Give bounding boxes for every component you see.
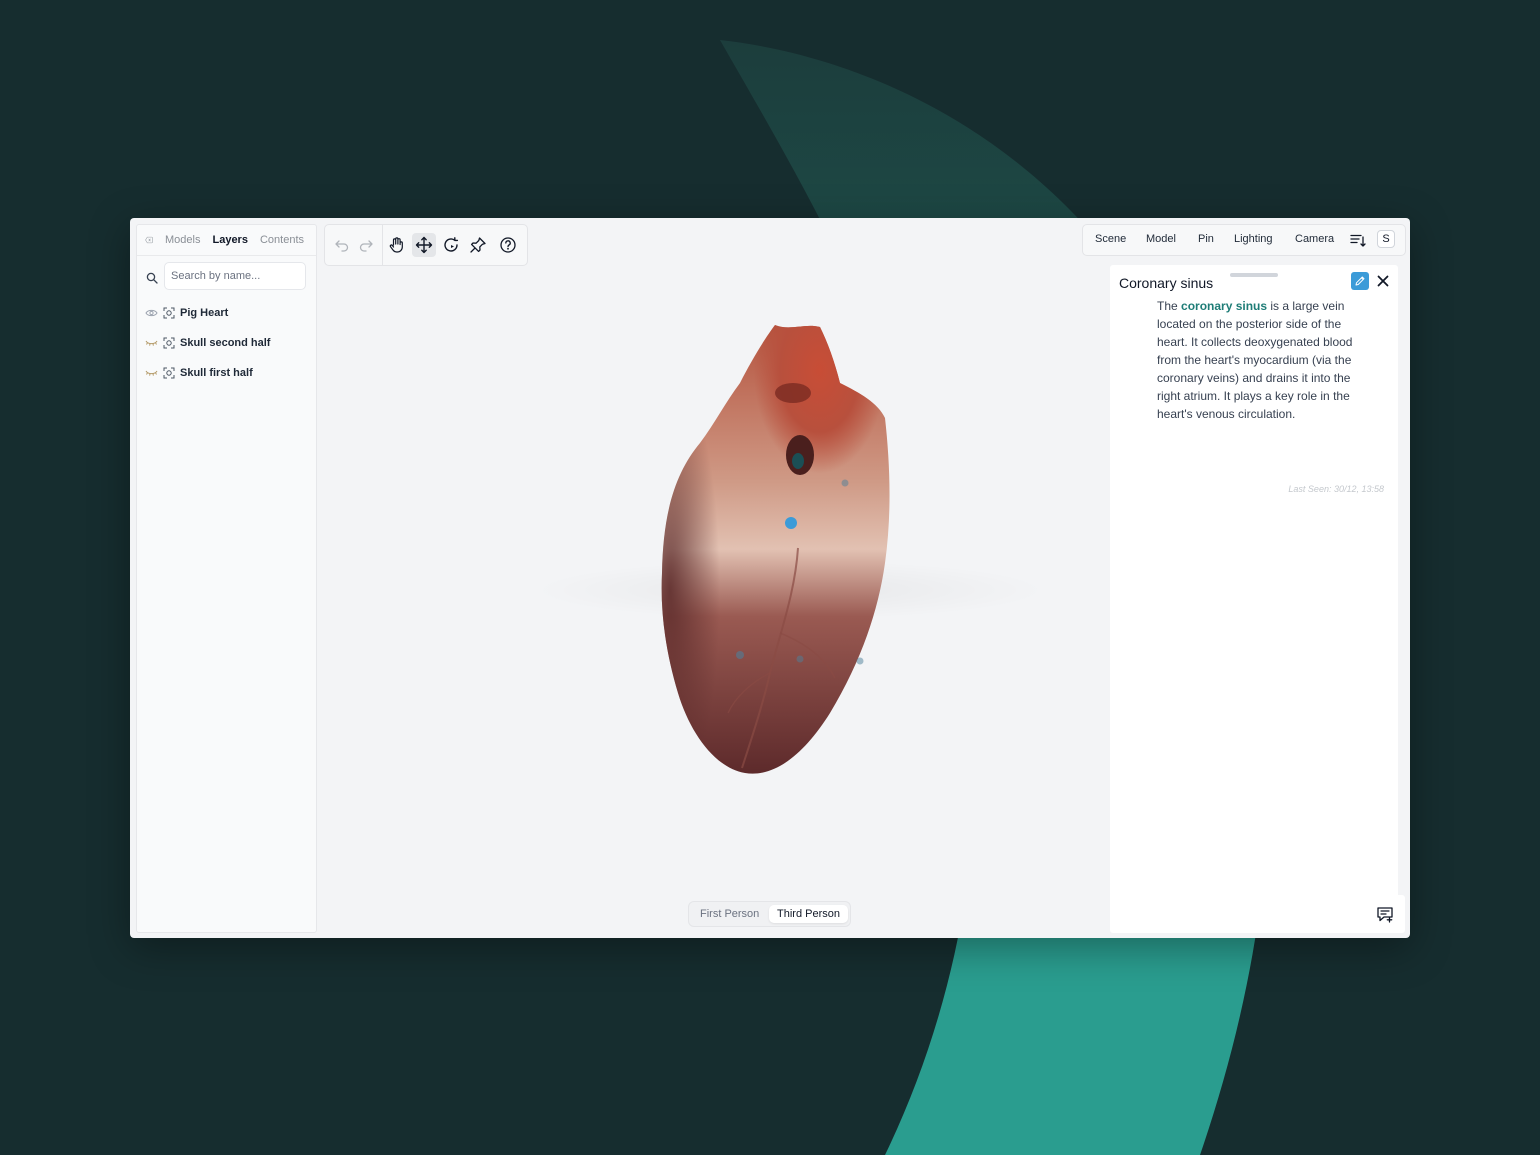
search-row	[137, 262, 316, 298]
layer-label: Pig Heart	[180, 307, 229, 319]
pencil-icon	[1355, 276, 1365, 286]
camera-view-toggle: First Person Third Person	[688, 901, 851, 927]
annotation-info-panel: Coronary sinus The coronary sinus is a l…	[1110, 265, 1398, 933]
search-icon	[146, 272, 158, 284]
move-icon	[415, 236, 433, 254]
collapse-panel-icon[interactable]	[145, 234, 153, 246]
annotation-pin[interactable]	[736, 651, 744, 659]
eye-icon[interactable]	[145, 308, 158, 318]
layers-panel: Models Layers Contents Pig Heart	[136, 224, 317, 933]
sort-list-icon[interactable]	[1350, 232, 1366, 248]
toolbar-divider	[382, 225, 383, 265]
menu-pin[interactable]: Pin	[1198, 233, 1214, 245]
menu-lighting[interactable]: Lighting	[1234, 233, 1273, 245]
redo-icon	[359, 240, 373, 252]
third-person-option[interactable]: Third Person	[769, 905, 848, 923]
rotate-tool-button[interactable]	[439, 233, 463, 257]
pan-tool-button[interactable]	[385, 233, 409, 257]
user-avatar[interactable]: S	[1377, 230, 1395, 248]
app-window: Models Layers Contents Pig Heart	[130, 218, 1410, 938]
pin-tool-button[interactable]	[466, 233, 490, 257]
layer-item-pig-heart[interactable]: Pig Heart	[137, 298, 316, 328]
highlighted-term: coronary sinus	[1181, 299, 1268, 313]
layer-item-skull-first-half[interactable]: Skull first half	[137, 358, 316, 388]
close-icon[interactable]	[1375, 273, 1391, 289]
redo-button[interactable]	[354, 233, 378, 257]
layer-label: Skull first half	[180, 367, 253, 379]
description-text: is a large vein located on the posterior…	[1157, 299, 1353, 421]
annotation-description: The coronary sinus is a large vein locat…	[1157, 297, 1357, 423]
focus-icon[interactable]	[163, 337, 175, 349]
focus-icon[interactable]	[163, 307, 175, 319]
add-comment-icon	[1377, 907, 1393, 923]
hand-icon	[389, 237, 403, 253]
undo-button[interactable]	[330, 233, 354, 257]
tab-contents[interactable]: Contents	[260, 234, 304, 246]
rotate-icon	[444, 237, 459, 252]
annotation-pin[interactable]	[785, 517, 797, 529]
search-input[interactable]	[164, 262, 306, 290]
tool-toolbar	[324, 224, 528, 266]
pig-heart-model[interactable]	[630, 313, 930, 783]
menu-scene[interactable]: Scene	[1095, 233, 1126, 245]
description-prefix: The	[1157, 299, 1182, 313]
panel-tabs: Models Layers Contents	[137, 225, 316, 256]
drag-handle[interactable]	[1230, 273, 1278, 277]
focus-icon[interactable]	[163, 367, 175, 379]
edit-button[interactable]	[1351, 272, 1369, 290]
eye-closed-icon[interactable]	[145, 338, 158, 348]
first-person-option[interactable]: First Person	[692, 905, 767, 923]
help-icon	[500, 237, 516, 253]
annotation-pin[interactable]	[841, 479, 849, 487]
layer-item-skull-second-half[interactable]: Skull second half	[137, 328, 316, 358]
help-button[interactable]	[496, 233, 520, 257]
last-seen-timestamp: Last Seen: 30/12, 13:58	[1288, 484, 1384, 494]
annotation-pin[interactable]	[796, 655, 804, 663]
add-comment-button[interactable]	[1365, 895, 1405, 933]
tab-layers[interactable]: Layers	[212, 234, 247, 246]
tab-models[interactable]: Models	[165, 234, 200, 246]
top-menu-bar: Scene Model Pin Lighting Camera S	[1082, 224, 1406, 256]
move-tool-button[interactable]	[412, 233, 436, 257]
menu-camera[interactable]: Camera	[1295, 233, 1334, 245]
eye-closed-icon[interactable]	[145, 368, 158, 378]
annotation-pin[interactable]	[856, 657, 864, 665]
undo-icon	[335, 240, 349, 252]
layer-label: Skull second half	[180, 337, 271, 349]
annotation-title: Coronary sinus	[1119, 275, 1214, 291]
pin-icon	[470, 237, 486, 253]
menu-model[interactable]: Model	[1146, 233, 1176, 245]
